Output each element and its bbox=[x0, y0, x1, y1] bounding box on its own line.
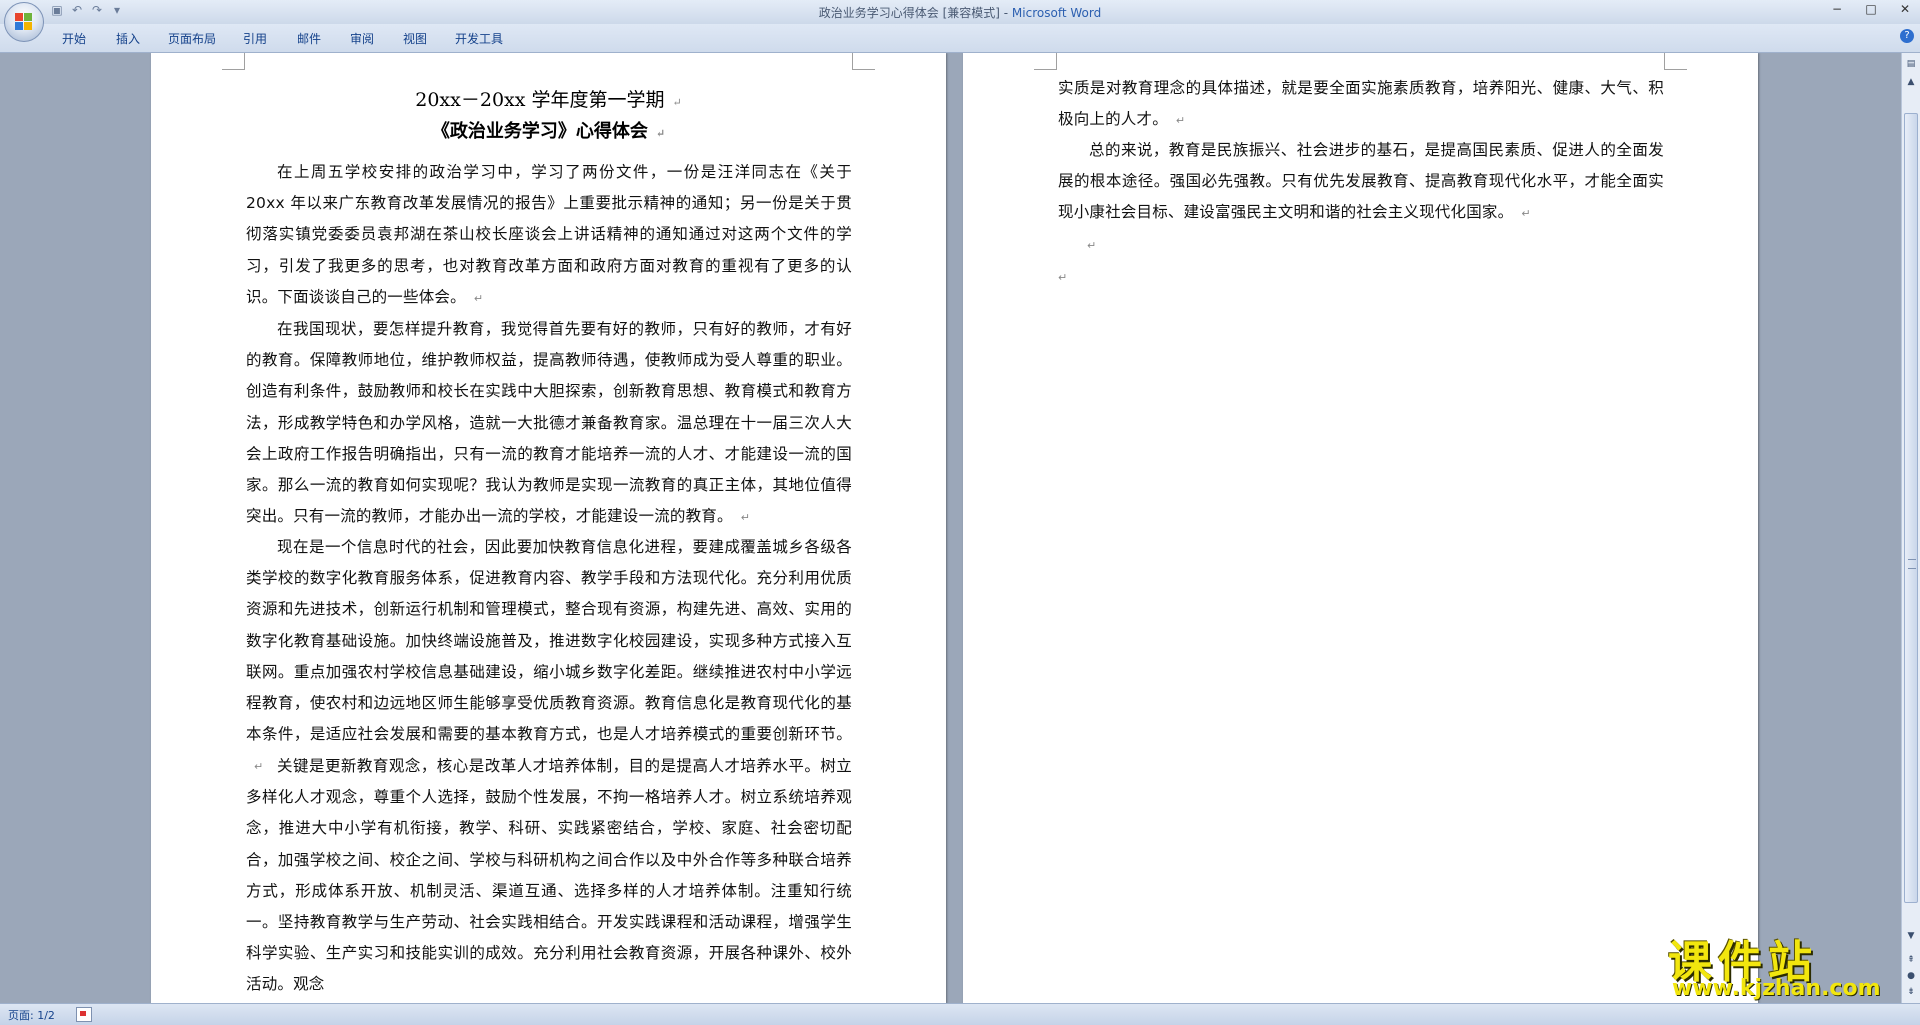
paragraph: 在我国现状，要怎样提升教育，我觉得首先要有好的教师，只有好的教师，才有好的教育。… bbox=[246, 320, 852, 526]
paragraph: 实质是对教育理念的具体描述，就是要全面实施素质教育，培养阳光、健康、大气、积极向… bbox=[1058, 79, 1664, 129]
select-browse-object-icon[interactable]: ● bbox=[1904, 969, 1918, 983]
ribbon-tabs: 开始 插入 页面布局 引用 邮件 审阅 视图 开发工具 ? bbox=[0, 24, 1920, 53]
margin-corner-mark bbox=[1664, 53, 1687, 70]
page-indicator[interactable]: 页面: 1/2 bbox=[8, 1007, 55, 1023]
proofing-icon[interactable] bbox=[76, 1007, 92, 1022]
scrollbar-grip bbox=[1908, 559, 1916, 569]
minimize-button[interactable]: − bbox=[1828, 2, 1846, 16]
maximize-button[interactable]: □ bbox=[1862, 2, 1880, 16]
page-1[interactable]: 20xx－20xx 学年度第一学期 ↵ 《政治业务学习》心得体会 ↵ 在上周五学校安… bbox=[151, 53, 946, 1004]
scrollbar-thumb[interactable] bbox=[1904, 113, 1918, 903]
paragraph: 关键是更新教育观念，核心是改革人才培养体制，目的是提高人才培养水平。树立多样化人… bbox=[246, 757, 852, 994]
office-button[interactable] bbox=[4, 2, 44, 42]
paragraph: 总的来说，教育是民族振兴、社会进步的基石，是提高国民素质、促进人的全面发展的根本… bbox=[1058, 141, 1664, 222]
ruler-toggle-icon[interactable]: ▤ bbox=[1904, 57, 1918, 71]
paragraph: 现在是一个信息时代的社会，因此要加快教育信息化进程，要建成覆盖城乡各级各类学校的… bbox=[246, 538, 852, 774]
tab-home[interactable]: 开始 bbox=[62, 30, 86, 47]
tab-insert[interactable]: 插入 bbox=[116, 30, 140, 47]
scroll-up-icon[interactable]: ▲ bbox=[1904, 75, 1918, 89]
window-title-doc: 政治业务学习心得体会 [兼容模式] - bbox=[818, 6, 1012, 20]
margin-corner-mark bbox=[852, 53, 875, 70]
window-title-app: Microsoft Word bbox=[1011, 6, 1102, 20]
page-2[interactable]: 实质是对教育理念的具体描述，就是要全面实施素质教育，培养阳光、健康、大气、积极向… bbox=[963, 53, 1758, 1004]
tab-page-layout[interactable]: 页面布局 bbox=[168, 30, 216, 47]
tab-mailings[interactable]: 邮件 bbox=[297, 30, 321, 47]
previous-page-icon[interactable]: ⇞ bbox=[1904, 953, 1918, 967]
margin-corner-mark bbox=[1034, 53, 1057, 70]
paragraph: 在上周五学校安排的政治学习中，学习了两份文件，一份是汪洋同志在《关于 20xx … bbox=[246, 163, 852, 306]
document-area: 20xx－20xx 学年度第一学期 ↵ 《政治业务学习》心得体会 ↵ 在上周五学校安… bbox=[0, 53, 1902, 1004]
margin-corner-mark bbox=[222, 53, 245, 70]
empty-paragraph-mark: ↵ bbox=[1087, 239, 1097, 252]
watermark-logo: 课件站 www.kjzhan.com bbox=[1668, 926, 1898, 1002]
window-title: 政治业务学习心得体会 [兼容模式] - Microsoft Word bbox=[0, 4, 1920, 21]
document-title: 20xx－20xx 学年度第一学期 ↵ bbox=[415, 89, 682, 111]
help-icon[interactable]: ? bbox=[1900, 29, 1914, 43]
empty-paragraph-mark: ↵ bbox=[1058, 271, 1068, 284]
close-button[interactable]: ✕ bbox=[1896, 2, 1914, 16]
document-subtitle: 《政治业务学习》心得体会 ↵ bbox=[431, 121, 666, 142]
scroll-down-icon[interactable]: ▼ bbox=[1904, 929, 1918, 943]
tab-review[interactable]: 审阅 bbox=[350, 30, 374, 47]
watermark-url: www.kjzhan.com bbox=[1672, 976, 1881, 1001]
status-bar: 页面: 1/2 bbox=[0, 1003, 1920, 1025]
title-bar: ▣ ↶ ↷ ▾ 政治业务学习心得体会 [兼容模式] - Microsoft Wo… bbox=[0, 0, 1920, 42]
window-controls: − □ ✕ bbox=[1828, 2, 1914, 16]
tab-view[interactable]: 视图 bbox=[403, 30, 427, 47]
office-logo-icon bbox=[15, 13, 33, 31]
tab-references[interactable]: 引用 bbox=[243, 30, 267, 47]
tab-developer[interactable]: 开发工具 bbox=[455, 30, 503, 47]
next-page-icon[interactable]: ⇟ bbox=[1904, 985, 1918, 999]
vertical-scrollbar[interactable]: ▤ ▲ ▼ ⇞ ● ⇟ bbox=[1901, 53, 1920, 1004]
